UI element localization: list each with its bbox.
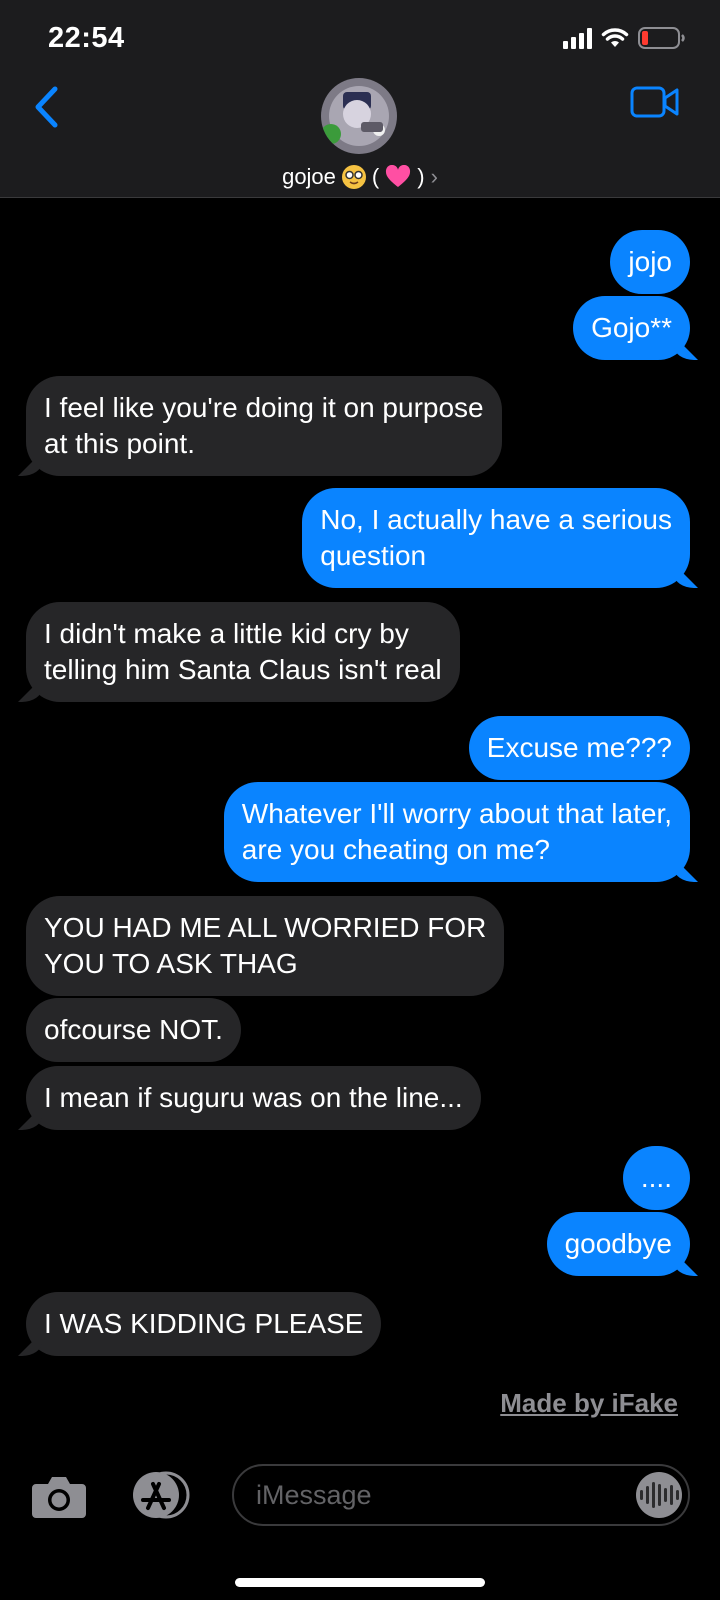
message-bubble-received[interactable]: YOU HAD ME ALL WORRIED FOR YOU TO ASK TH… [26, 896, 505, 996]
camera-button[interactable] [30, 1472, 88, 1520]
contact-name-button[interactable]: gojoe ( ) › [0, 164, 720, 190]
message-bubble-received[interactable]: ofcourse NOT. [26, 998, 241, 1062]
camera-icon [32, 1477, 86, 1518]
status-icons [563, 24, 686, 52]
video-camera-icon [630, 86, 679, 118]
message-bubble-received[interactable]: I feel like you're doing it on purpose a… [26, 376, 502, 476]
message-bubble-sent[interactable]: goodbye [546, 1212, 690, 1276]
message-bubble-sent[interactable]: Whatever I'll worry about that later, ar… [223, 782, 690, 882]
chevron-right-icon: › [430, 164, 438, 189]
contact-suffix-close: ) [417, 164, 425, 189]
message-bubble-sent[interactable]: .... [622, 1146, 690, 1210]
home-indicator[interactable] [235, 1578, 485, 1587]
cellular-signal-icon [563, 27, 592, 49]
contact-suffix-open: ( [371, 164, 380, 189]
message-thread[interactable]: jojo Gojo** I feel like you're doing it … [0, 198, 720, 1458]
message-bubble-received[interactable]: I didn't make a little kid cry by tellin… [26, 602, 460, 702]
pink-heart-icon [386, 165, 411, 187]
battery-icon [638, 27, 685, 49]
message-bubble-sent[interactable]: No, I actually have a serious question [302, 488, 690, 588]
message-bubble-received[interactable]: I mean if suguru was on the line... [26, 1066, 481, 1130]
made-by-ifake-watermark[interactable]: Made by iFake [500, 1388, 678, 1419]
wifi-icon [601, 28, 629, 47]
facetime-video-button[interactable] [630, 84, 680, 120]
app-store-button[interactable] [126, 1470, 194, 1520]
chevron-left-icon [35, 86, 58, 128]
message-bubble-sent[interactable]: Gojo** [573, 296, 690, 360]
back-button[interactable] [26, 82, 66, 132]
message-bubble-sent[interactable]: Excuse me??? [468, 716, 690, 780]
audio-message-button[interactable] [636, 1472, 682, 1518]
status-time: 22:54 [48, 22, 125, 54]
contact-name: gojoe [282, 164, 336, 189]
app-store-icon [133, 1471, 190, 1519]
message-bubble-sent[interactable]: jojo [610, 230, 690, 294]
composer-bar: iMessage [0, 1458, 720, 1600]
message-bubble-received[interactable]: I WAS KIDDING PLEASE [26, 1292, 382, 1356]
imessage-input[interactable]: iMessage [232, 1464, 690, 1526]
conversation-header: 22:54 gojoe () › [0, 0, 720, 198]
avatar-image [321, 78, 397, 154]
imessage-placeholder: iMessage [256, 1480, 372, 1510]
nerd-face-emoji-icon [341, 165, 366, 189]
contact-avatar[interactable] [321, 78, 397, 154]
